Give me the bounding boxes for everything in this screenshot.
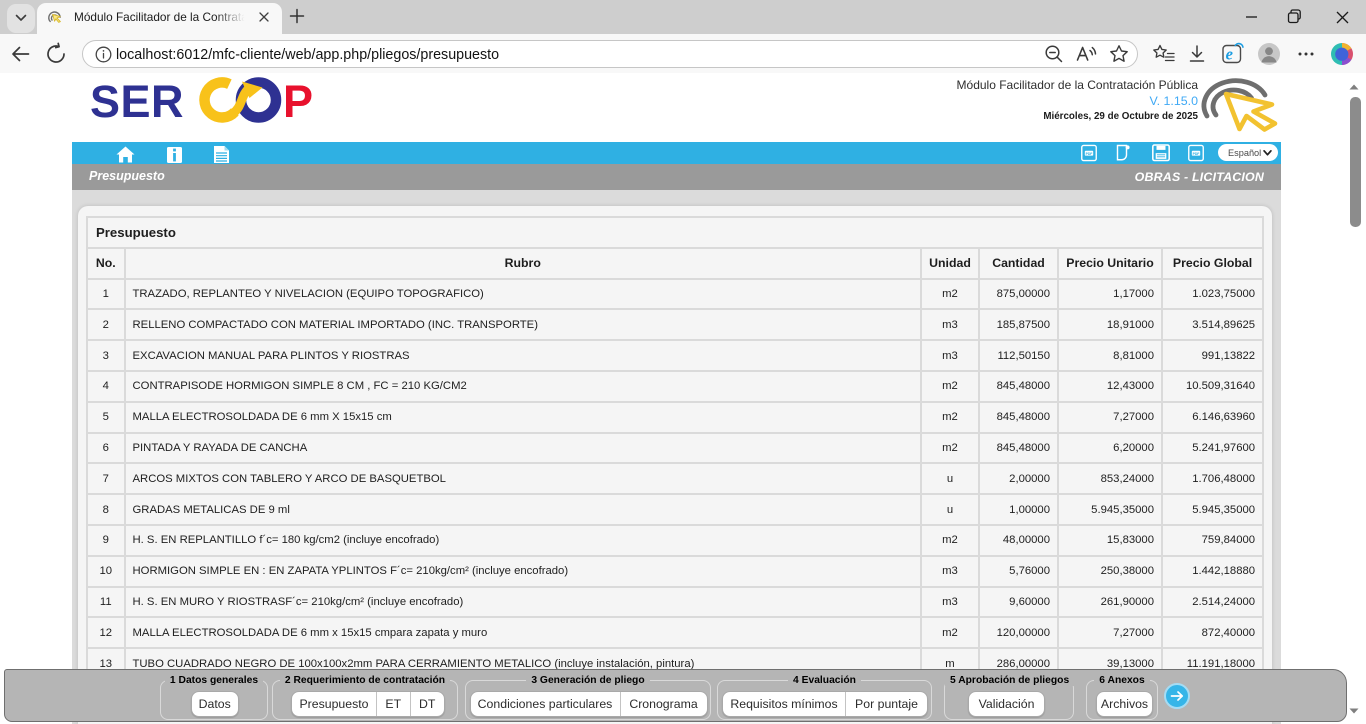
svg-text:PDF: PDF xyxy=(1086,151,1093,155)
svg-text:SER: SER xyxy=(90,76,184,127)
svg-text:PDF: PDF xyxy=(1193,151,1200,155)
svg-text:P: P xyxy=(283,76,313,127)
svg-text:e: e xyxy=(1226,45,1233,64)
